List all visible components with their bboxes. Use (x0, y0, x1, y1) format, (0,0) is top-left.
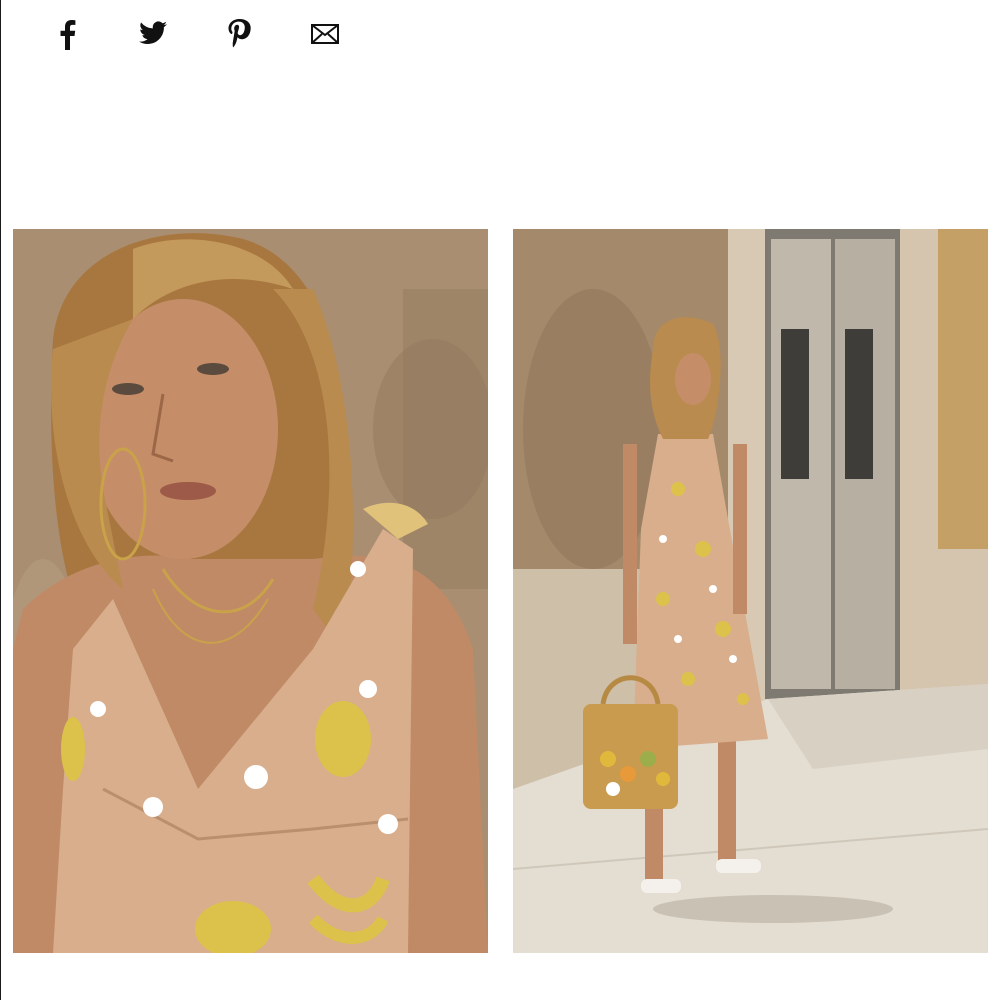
email-share-button[interactable] (308, 16, 342, 52)
portrait-illustration (13, 229, 488, 953)
twitter-share-button[interactable] (136, 16, 170, 52)
pinterest-share-button[interactable] (222, 16, 256, 52)
gallery-image-street[interactable] (513, 229, 988, 953)
street-illustration (513, 229, 988, 953)
share-bar (50, 16, 342, 52)
left-border-rule (0, 0, 1, 1000)
envelope-icon (311, 24, 339, 44)
pinterest-icon (226, 18, 252, 50)
facebook-share-button[interactable] (50, 16, 84, 52)
gallery-image-portrait[interactable] (13, 229, 488, 953)
facebook-icon (57, 18, 77, 50)
twitter-icon (138, 21, 168, 47)
